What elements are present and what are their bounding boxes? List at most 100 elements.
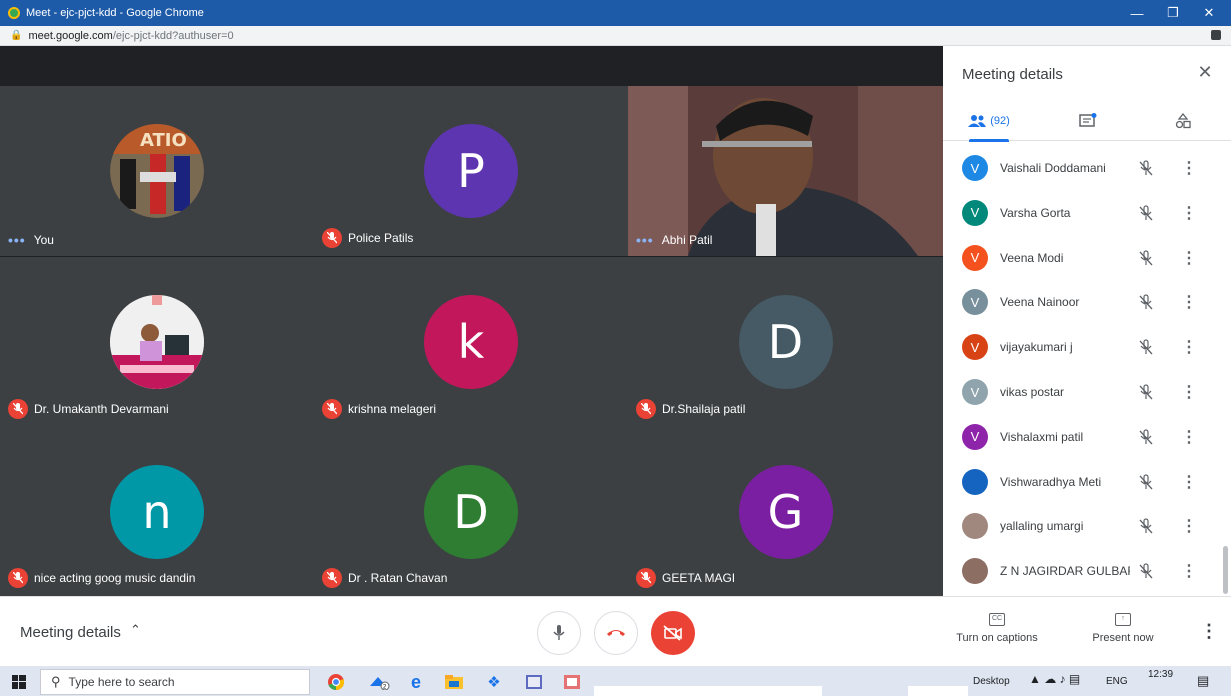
meeting-control-bar: Meeting details ⌃ CC Turn on captions ↑ … [0,596,1231,666]
people-icon [968,115,987,127]
notification-icon[interactable]: ▤ [1197,673,1209,689]
window-title: Meet - ejc-pjct-kdd - Google Chrome [26,7,204,19]
meeting-details-button[interactable]: Meeting details [20,624,121,641]
microphone-button[interactable] [537,611,581,655]
close-icon[interactable]: ✕ [1193,62,1217,86]
windows-start-icon[interactable] [12,675,26,689]
more-options-icon[interactable]: ⋮ [1181,203,1197,223]
participant-tile[interactable]: ••• Abhi Patil [628,86,943,256]
participant-row[interactable]: V Veena Modi ⋮ [943,236,1223,280]
tile-name: You [33,233,54,247]
more-options-icon[interactable]: ⋮ [1181,337,1197,357]
participant-row[interactable]: yallaling umargi ⋮ [943,504,1223,548]
speaking-indicator-icon: ••• [636,232,654,248]
tile-name-row: ••• You [8,232,54,248]
participant-tile[interactable]: G GEETA MAGI [628,427,943,596]
speaking-indicator-icon: ••• [8,232,26,248]
tile-name-row: nice acting goog music dandin [8,568,195,588]
chrome-icon[interactable] [326,672,346,692]
close-window-button[interactable]: ✕ [1191,0,1227,26]
letter-avatar: n [110,465,204,559]
participants-list: V Vaishali Doddamani ⋮ V Varsha Gorta ⋮ V Veena… [943,146,1231,596]
windows-taskbar: ⚲ Type here to search 2 e ❖ Desktop ▲ ☁ … [0,666,1231,696]
more-options-icon[interactable]: ⋮ [1181,561,1197,581]
search-placeholder: Type here to search [68,675,175,689]
tab-people[interactable]: (92) [963,101,1015,142]
participant-row[interactable]: Vvijayakumari j ⋮ [943,325,1223,369]
video-grid: ATIO ••• You P Police Patils ••• Abhi Pa… [0,46,943,596]
captions-button[interactable]: CC Turn on captions [955,613,1039,644]
address-bar[interactable]: 🔒 meet.google.com/ejc-pjct-kdd?authuser=… [0,26,1231,46]
participant-row[interactable]: V Varsha Gorta ⋮ [943,191,1223,235]
camera-extension-icon[interactable] [1211,30,1221,40]
app-icon[interactable] [524,672,544,692]
participant-row[interactable]: Vvikas postar ⋮ [943,370,1223,414]
tile-name: Abhi Patil [661,233,713,247]
participant-tile[interactable]: D Dr.Shailaja patil [628,257,943,427]
tile-name-row: Dr.Shailaja patil [636,399,745,419]
tray-icons[interactable]: ▲ ☁ ♪ ▤ [1029,672,1080,686]
camera-button[interactable] [651,611,695,655]
chevron-up-icon[interactable]: ⌃ [130,622,141,638]
active-tab-underline [969,139,1009,142]
participant-tile[interactable]: ATIO ••• You [0,86,314,256]
participant-name: Z N JAGIRDAR GULBAR... [1000,564,1130,579]
participant-tile[interactable]: P Police Patils [314,86,628,256]
search-icon: ⚲ [51,674,61,689]
participant-tile[interactable]: k krishna melageri [314,257,628,427]
participant-tile[interactable]: D Dr . Ratan Chavan [314,427,628,596]
more-options-icon[interactable]: ⋮ [1181,292,1197,312]
mic-off-icon [1138,294,1154,310]
restore-button[interactable]: ❐ [1155,0,1191,26]
participant-row[interactable]: Z N JAGIRDAR GULBAR... ⋮ [943,549,1223,593]
mic-off-icon [1138,205,1154,221]
more-options-icon[interactable]: ⋮ [1181,472,1197,492]
present-icon: ↑ [1115,613,1131,626]
participant-name: Vishwaradhya Meti [1000,474,1102,489]
svg-text:ATIO: ATIO [140,130,187,151]
taskbar-search-box[interactable]: ⚲ Type here to search [40,669,310,695]
tab-activities[interactable] [1168,101,1198,141]
taskview-icon[interactable]: 2 [366,672,392,692]
panel-scrollbar[interactable] [1223,546,1228,594]
taskbar-badge: 2 [383,684,387,691]
taskbar-thumbnail [594,686,822,696]
more-options-icon[interactable]: ⋮ [1200,621,1218,642]
participant-name: Veena Modi [1000,250,1064,265]
minimize-button[interactable]: — [1119,0,1155,26]
edge-icon[interactable]: e [406,672,426,692]
leave-call-button[interactable] [594,611,638,655]
more-options-icon[interactable]: ⋮ [1181,158,1197,178]
letter-avatar: P [424,124,518,218]
participant-row[interactable]: V Vaishali Doddamani ⋮ [943,146,1223,190]
letter-avatar: G [738,465,833,559]
language-indicator[interactable]: ENG [1106,676,1128,687]
more-options-icon[interactable]: ⋮ [1181,427,1197,447]
more-options-icon[interactable]: ⋮ [1181,382,1197,402]
participant-tile[interactable]: Dr. Umakanth Devarmani [0,257,314,427]
participant-tile[interactable]: n nice acting goog music dandin [0,427,314,596]
mic-off-icon [636,399,656,419]
present-now-button[interactable]: ↑ Present now [1090,613,1156,644]
more-options-icon[interactable]: ⋮ [1181,516,1197,536]
participant-row[interactable]: V Vishalaxmi patil ⋮ [943,415,1223,459]
participant-avatar: V [962,289,988,316]
url-host: meet.google.com [28,29,113,42]
participant-row[interactable]: V Veena Nainoor ⋮ [943,280,1223,324]
desktop-label[interactable]: Desktop [973,676,1010,687]
browser-title-bar: Meet - ejc-pjct-kdd - Google Chrome — ❐ … [0,0,1231,26]
mic-off-icon [1138,384,1154,400]
participant-name: yallaling umargi [1000,519,1084,534]
clock-time[interactable]: 12:39 [1148,669,1173,680]
participant-name: vikas postar [1000,385,1065,399]
dropbox-icon[interactable]: ❖ [484,672,504,692]
mic-off-icon [322,399,342,419]
participant-name: vijayakumari j [1000,340,1073,355]
file-explorer-icon[interactable] [444,672,464,692]
participant-avatar [962,513,988,540]
more-options-icon[interactable]: ⋮ [1181,248,1197,268]
participant-name: Veena Nainoor [1000,295,1080,310]
tab-chat[interactable] [1073,101,1103,141]
app-icon[interactable] [562,672,582,692]
participant-row[interactable]: Vishwaradhya Meti ⋮ [943,460,1223,504]
